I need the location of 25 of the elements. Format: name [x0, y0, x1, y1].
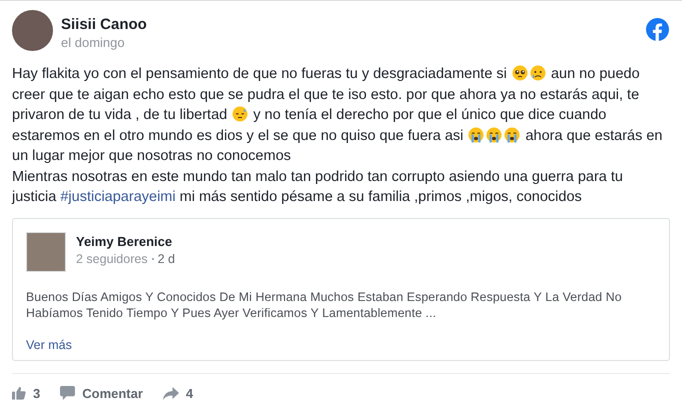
shared-post-text: Buenos Días Amigos Y Conocidos De Mi Hermana Muchos Estaban Esperando Respuesta Y La Verdad No Habíamos Tenido Tiempo Y Pues Ayer Verificamos Y Lamentablemente ... — [26, 288, 623, 320]
shared-author-name[interactable]: Yeimy Berenice — [76, 232, 175, 250]
arrow-icon — [162, 386, 179, 400]
photo-placeholder — [26, 232, 66, 272]
pleading-emoji-icon — [512, 65, 528, 81]
avatar[interactable] — [12, 10, 53, 51]
sad-emoji-icon — [530, 65, 546, 81]
hashtag-link[interactable]: #justiciaparayeimi — [60, 189, 176, 205]
crying-emoji-icon — [468, 126, 484, 142]
follower-count: 2 seguidores — [76, 250, 148, 268]
comment-button[interactable]: Comentar — [60, 384, 143, 403]
see-more-link[interactable]: Ver más — [26, 336, 72, 354]
thumbs-up-icon — [12, 386, 26, 400]
crying-emoji-icon — [504, 126, 520, 142]
post-text: Mientras nosotras en este mundo tan malo tan podrido tan corrupto asiendo una guerra para tu justicia #justiciaparayeimi mi más sentido pésame a su familia ,primos ,migos, conocidos — [12, 168, 624, 207]
crying-emoji-icon — [486, 126, 502, 142]
speech-bubble-icon — [60, 386, 76, 400]
sweat-emoji-icon — [232, 106, 248, 122]
like-button[interactable]: 3 — [12, 384, 40, 403]
post-text: Hay flakita yo con el pensamiento de que no fueras tu y desgraciadamente si aun no puedo creer que te aigan echo esto que se pudra el que te iso esto. por que ahora ya no estarás aqui, te privaron de tu vida , de tu libertad y no tenía el derecho por que el único que dice cuando estaremos en el otro mundo es dios y el se que no quiso que fuera asi ahora que estarás en un lugar mejor que nosotras no conocemos — [12, 64, 664, 166]
shared-post-age[interactable]: 2 d — [158, 250, 175, 268]
author-name[interactable]: Siisii Canoo — [61, 15, 147, 34]
share-button[interactable]: 4 — [162, 384, 194, 403]
facebook-logo-icon[interactable] — [646, 18, 669, 41]
post-time[interactable]: el domingo — [61, 34, 147, 51]
